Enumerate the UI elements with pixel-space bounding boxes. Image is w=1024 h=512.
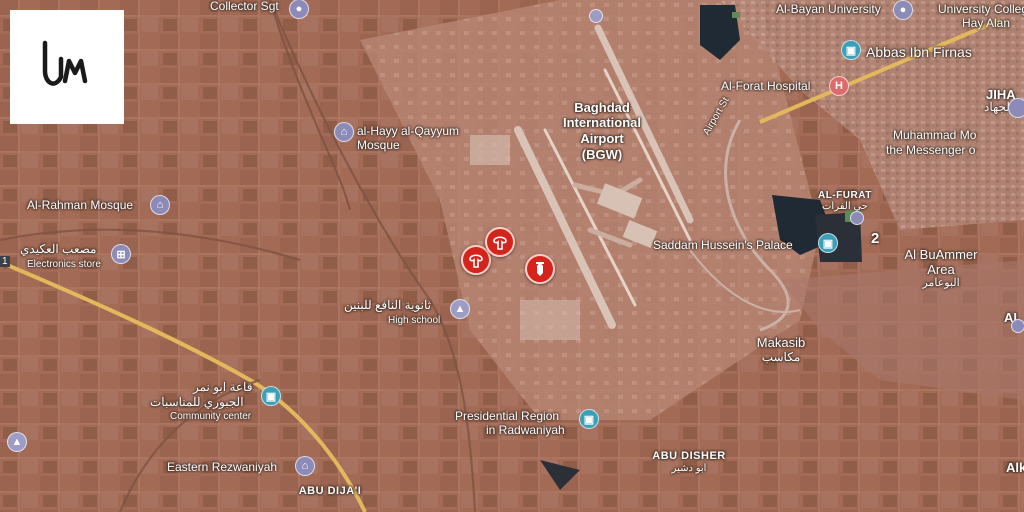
hospital-pin-icon[interactable]: H (829, 76, 849, 96)
rahman-mosque-pin-icon[interactable]: ⌂ (150, 195, 170, 215)
right-edge-pin-icon[interactable] (1008, 98, 1024, 118)
label-airport-line4: (BGW) (581, 147, 623, 162)
label-university-college: University Colleg (938, 2, 1024, 16)
map-canvas[interactable]: Collector Sgt ● Al-Bayan University ● Un… (0, 0, 1024, 512)
label-muhammad-line1: Muhammad Mo (893, 128, 977, 142)
museum-pin-icon[interactable]: ▣ (841, 40, 861, 60)
label-abbas-ibn-firnas: Abbas Ibn Firnas (866, 44, 972, 60)
label-hay-alamel: Hay Alan (962, 16, 1011, 30)
label-muhammad-line2: the Messenger o (886, 143, 976, 157)
label-al-forat-hospital: Al-Forat Hospital (721, 79, 811, 93)
label-airport-line2: International (562, 115, 642, 130)
university-pin-icon[interactable]: ● (893, 0, 913, 20)
label-high-school: High school (388, 315, 441, 326)
explosion-icon (469, 254, 483, 268)
label-makasib-ar: مكاسب (761, 350, 801, 364)
shop-pin-icon[interactable]: ⊞ (111, 244, 131, 264)
place-pin-icon[interactable]: ⌂ (295, 456, 315, 476)
school-pin-icon[interactable]: ▲ (450, 299, 470, 319)
label-presidential-line2: in Radwaniyah (486, 423, 565, 437)
lm-logo-icon (42, 40, 88, 86)
strike-marker-bomb[interactable] (525, 254, 555, 284)
label-albuammer-line1: Al BuAmmer (904, 247, 978, 262)
label-number-2: 2 (871, 230, 880, 247)
collector-sgt-pin[interactable]: ● (289, 0, 309, 19)
label-albuammer-line2: Area (927, 262, 955, 277)
label-makasib: Makasib (756, 335, 806, 350)
school-pin-left[interactable]: ▲ (7, 432, 27, 452)
label-qayyum-line2: Mosque (357, 138, 400, 152)
label-abu-disher-ar: ابو دشير (671, 463, 707, 474)
al-furat-pin-icon[interactable] (850, 211, 864, 225)
label-presidential-line1: Presidential Region (455, 409, 560, 423)
label-albuammer-ar: البوعامر (922, 277, 960, 289)
right-edge-pin-2[interactable] (1011, 319, 1024, 333)
label-community-center: Community center (170, 411, 252, 422)
strike-marker-explosion-2[interactable] (485, 227, 515, 257)
presidential-museum-pin-icon[interactable]: ▣ (579, 409, 599, 429)
label-electronics-store: Electronics store (27, 259, 101, 270)
label-saddam-palace: Saddam Hussein's Palace (653, 238, 793, 252)
label-rahman-mosque: Al-Rahman Mosque (27, 198, 134, 212)
label-collector-sgt: Collector Sgt (210, 0, 279, 13)
label-abu-dijail: ABU DIJA'I (298, 485, 362, 497)
label-hall-ar-line1: قاعة ابو نمر (193, 380, 253, 394)
road-shield: 1 (0, 256, 10, 267)
label-eastern-rezwaniyah: Eastern Rezwaniyah (167, 460, 278, 474)
label-al-bayan-university: Al-Bayan University (776, 2, 881, 16)
label-qayyum-line1: al-Hayy al-Qayyum (357, 124, 460, 138)
label-alk: Alk (1006, 460, 1024, 475)
label-school-ar: ثانوية النافع للبنين (344, 298, 431, 312)
map-pin-top[interactable] (589, 9, 603, 23)
community-center-pin-icon[interactable]: ▣ (261, 386, 281, 406)
label-mosab-ar: مصعب العكيدي (20, 242, 97, 256)
brand-logo (10, 10, 124, 124)
mosque-pin-icon[interactable]: ⌂ (334, 122, 354, 142)
label-airport-line1: Baghdad (574, 100, 630, 115)
palace-museum-pin-icon[interactable]: ▣ (818, 233, 838, 253)
label-airport-line3: Airport (580, 131, 624, 146)
explosion-icon (493, 236, 507, 250)
bomb-icon (536, 262, 544, 276)
label-hall-ar-line2: الجبوري للمناسبات (150, 395, 244, 409)
label-al-furat-ar: حي الفرات (822, 201, 868, 212)
